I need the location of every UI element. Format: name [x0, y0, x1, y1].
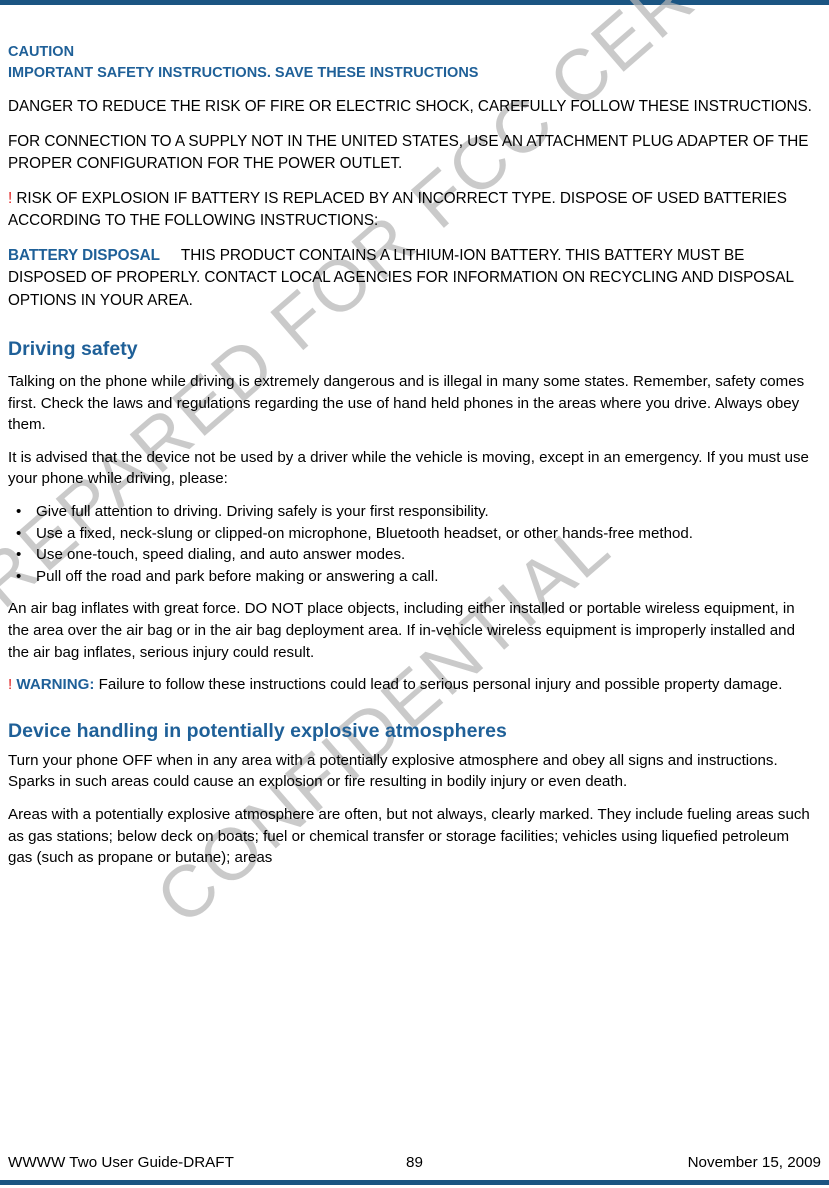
page-content: CAUTION IMPORTANT SAFETY INSTRUCTIONS. S… — [8, 42, 816, 880]
section-heading-driving-safety: Driving safety — [8, 338, 138, 360]
alert-bang-icon: ! — [8, 676, 13, 694]
paragraph-danger: DANGER TO REDUCE THE RISK OF FIRE OR ELE… — [8, 98, 812, 115]
paragraph-explosion-risk-text: RISK OF EXPLOSION IF BATTERY IS REPLACED… — [8, 189, 787, 230]
battery-disposal-label: BATTERY DISPOSAL — [8, 246, 160, 264]
driving-safety-bullet-list: • Give full attention to driving. Driving… — [8, 501, 816, 587]
paragraph-supply-connection: FOR CONNECTION TO A SUPPLY NOT IN THE UN… — [8, 132, 809, 173]
paragraph-explosion-risk: ! RISK OF EXPLOSION IF BATTERY IS REPLAC… — [8, 188, 816, 233]
list-item: • Pull off the road and park before makin… — [8, 566, 816, 588]
list-item-label: Pull off the road and park before making… — [36, 567, 439, 585]
list-item-label: Give full attention to driving. Driving … — [36, 502, 489, 520]
air-bag-paragraph: An air bag inflates with great force. DO… — [8, 600, 795, 661]
bullet-marker-icon: • — [16, 524, 22, 542]
bullet-marker-icon: • — [16, 546, 22, 564]
list-item-label: Use one-touch, speed dialing, and auto a… — [36, 546, 406, 564]
bullet-marker-icon: • — [16, 567, 22, 585]
list-item: • Give full attention to driving. Driving… — [8, 501, 816, 523]
list-item: • Use one-touch, speed dialing, and auto … — [8, 544, 816, 566]
warning-label: WARNING: — [16, 676, 95, 694]
list-item-label: Use a fixed, neck-slung or clipped-on mi… — [36, 524, 693, 542]
page-footer: WWWW Two User Guide-DRAFT 89 November 15… — [8, 1152, 821, 1176]
driving-safety-paragraph-2: It is advised that the device not be use… — [8, 448, 809, 488]
caution-subheading: IMPORTANT SAFETY INSTRUCTIONS. SAVE THES… — [8, 65, 479, 81]
list-item: • Use a fixed, neck-slung or clipped-on m… — [8, 523, 816, 545]
caution-heading: CAUTION — [8, 44, 75, 60]
warning-paragraph: ! WARNING: Failure to follow these instr… — [8, 674, 816, 696]
page-top-rule — [0, 0, 829, 5]
explosive-paragraph-1: Turn your phone OFF when in any area wit… — [8, 751, 778, 791]
footer-date: November 15, 2009 — [687, 1154, 821, 1171]
alert-bang-icon: ! — [8, 189, 13, 207]
document-page: PREPARED FOR FCC CERTIFICATION CONFIDENT… — [0, 0, 829, 1188]
bullet-marker-icon: • — [16, 502, 22, 520]
driving-safety-paragraph-1: Talking on the phone while driving is ex… — [8, 373, 805, 434]
page-bottom-rule — [0, 1180, 829, 1185]
explosive-paragraph-2: Areas with a potentially explosive atmos… — [8, 805, 810, 867]
warning-text: Failure to follow these instructions cou… — [98, 676, 783, 694]
paragraph-battery-disposal: BATTERY DISPOSAL THIS PRODUCT CONTAINS A… — [8, 245, 816, 313]
section-heading-explosive-atmospheres: Device handling in potentially explosive… — [8, 719, 507, 742]
